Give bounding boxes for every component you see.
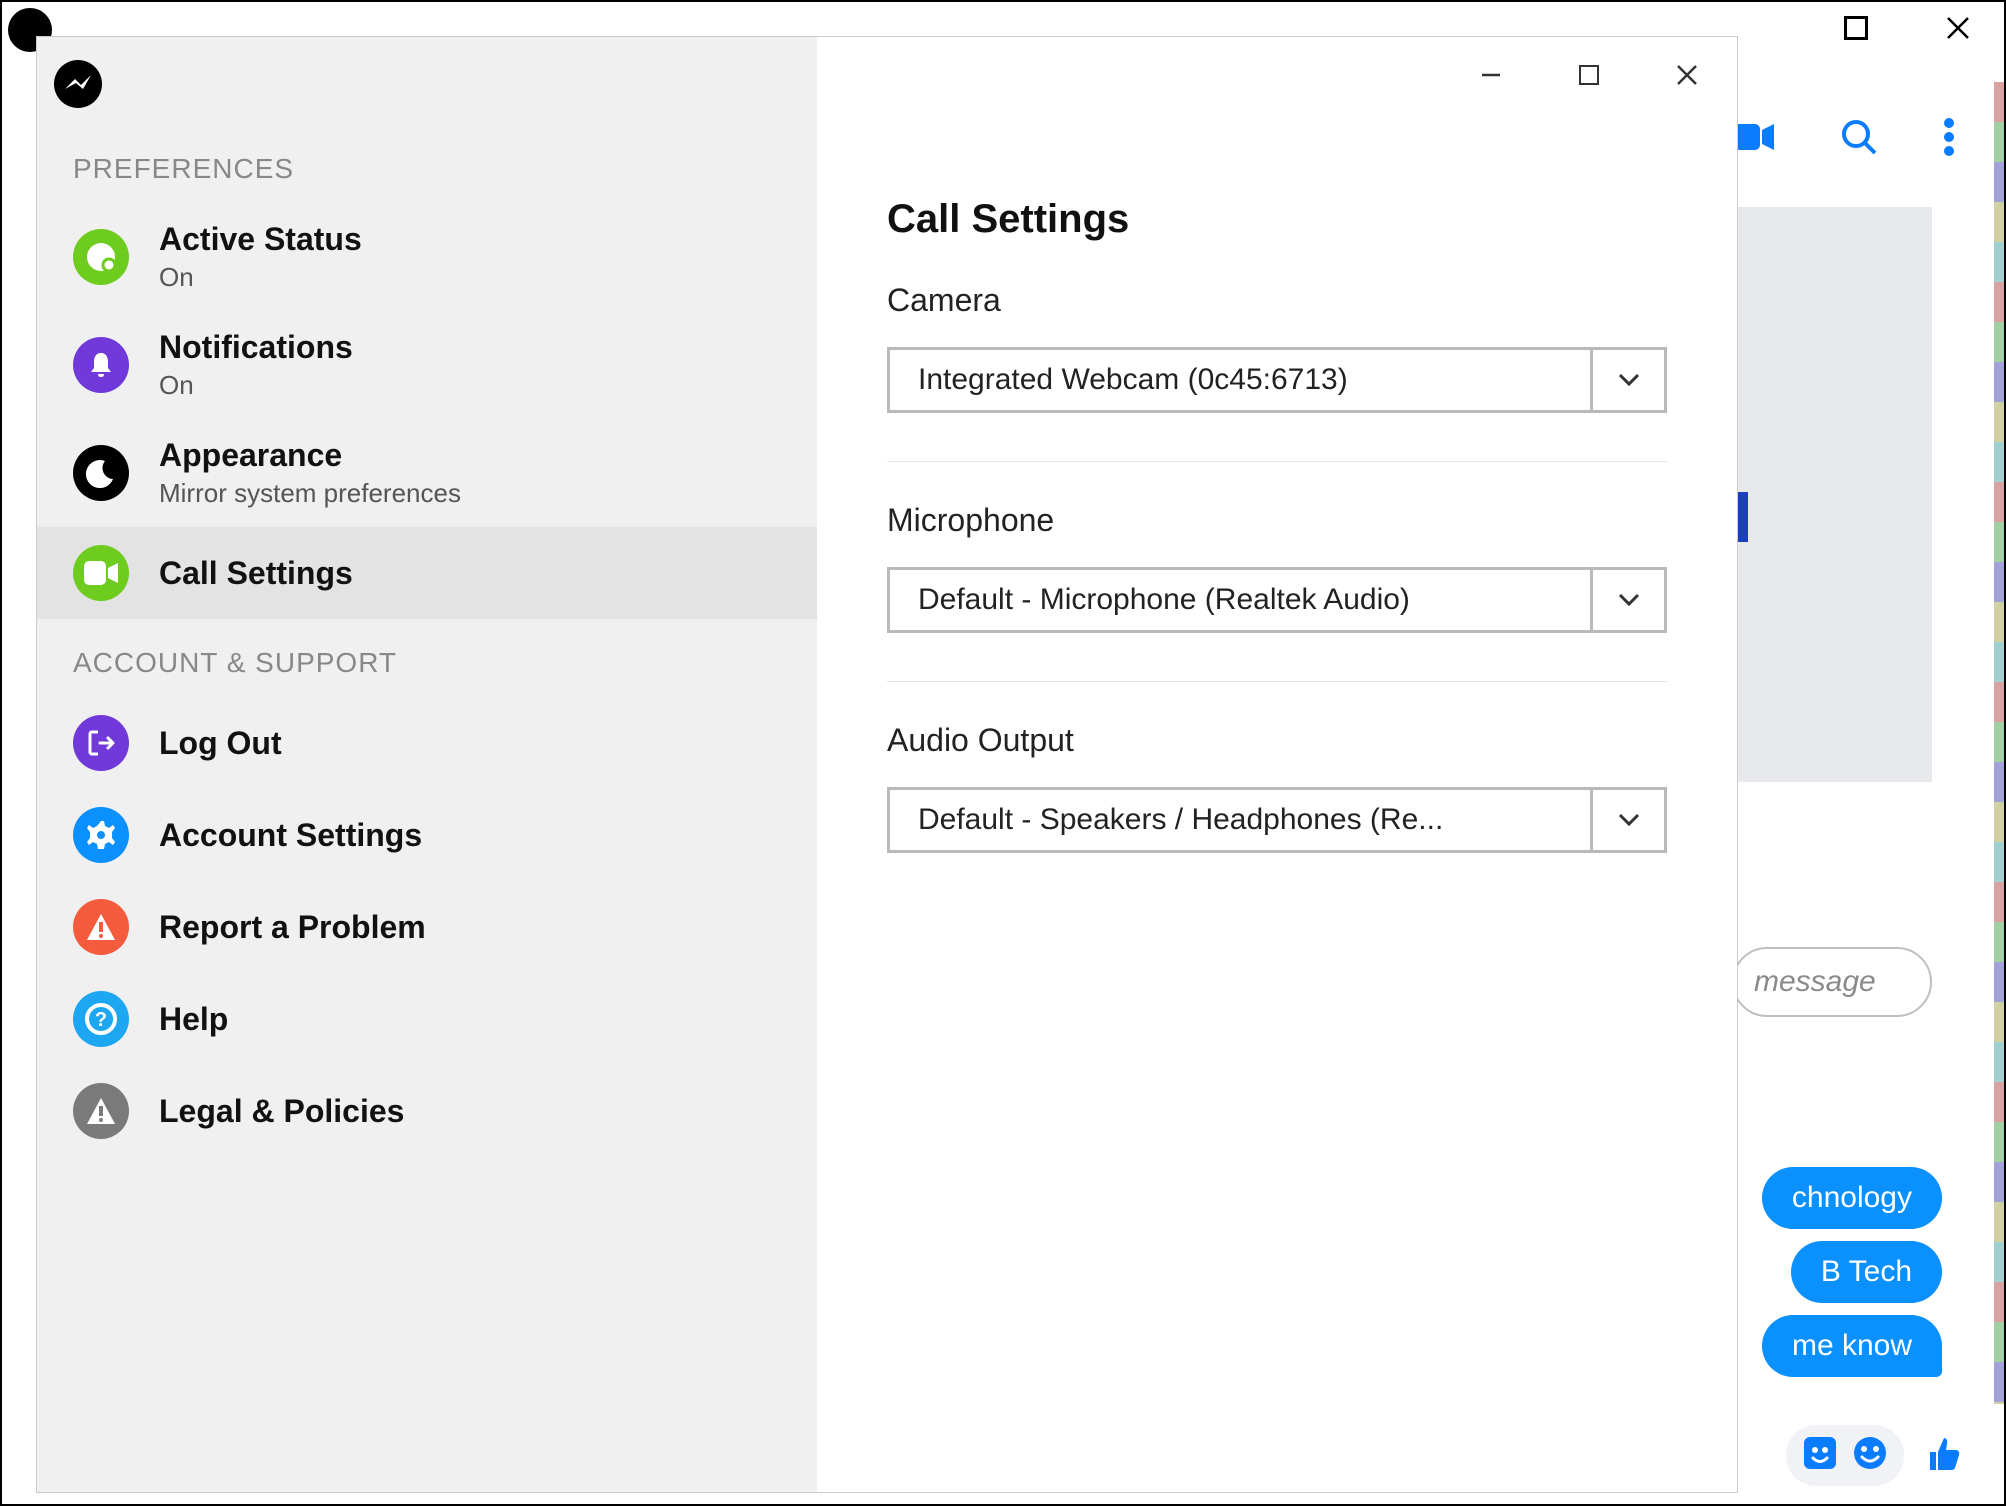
- nav-subtitle: On: [159, 370, 353, 401]
- sticker-icon[interactable]: [1802, 1435, 1838, 1476]
- content-title: Call Settings: [887, 197, 1667, 242]
- svg-text:?: ?: [95, 1009, 107, 1031]
- info-panel-bg: [1732, 207, 1932, 782]
- audio-output-label: Audio Output: [887, 722, 1667, 759]
- main-window-controls: [1840, 12, 1974, 44]
- chevron-down-icon: [1590, 350, 1664, 410]
- dialog-close-button[interactable]: [1673, 61, 1701, 89]
- chat-bubble[interactable]: chnology: [1762, 1167, 1942, 1229]
- logout-icon: [73, 715, 129, 771]
- dialog-minimize-button[interactable]: [1477, 61, 1505, 89]
- nav-account-settings[interactable]: Account Settings: [37, 789, 817, 881]
- help-icon: ?: [73, 991, 129, 1047]
- gear-icon: [73, 807, 129, 863]
- chat-bubbles: chnology B Tech me know: [1762, 1167, 1942, 1389]
- conversation-header-icons: [1734, 117, 1954, 162]
- nav-title: Appearance: [159, 437, 461, 474]
- moon-icon: [73, 445, 129, 501]
- nav-title: Log Out: [159, 725, 282, 762]
- more-options-icon[interactable]: [1944, 118, 1954, 161]
- warning-icon: [73, 1083, 129, 1139]
- nav-report-problem[interactable]: Report a Problem: [37, 881, 817, 973]
- nav-active-status[interactable]: Active Status On: [37, 203, 817, 311]
- search-icon[interactable]: [1839, 117, 1879, 162]
- composer-actions: [1786, 1425, 1964, 1486]
- nav-title: Account Settings: [159, 817, 422, 854]
- nav-call-settings[interactable]: Call Settings: [37, 527, 817, 619]
- nav-notifications[interactable]: Notifications On: [37, 311, 817, 419]
- microphone-select-value: Default - Microphone (Realtek Audio): [890, 583, 1410, 617]
- active-status-icon: [73, 229, 129, 285]
- camera-label: Camera: [887, 282, 1667, 319]
- bell-icon: [73, 337, 129, 393]
- nav-title: Notifications: [159, 329, 353, 366]
- nav-title: Call Settings: [159, 555, 353, 592]
- nav-title: Help: [159, 1001, 228, 1038]
- nav-legal-policies[interactable]: Legal & Policies: [37, 1065, 817, 1157]
- microphone-select[interactable]: Default - Microphone (Realtek Audio): [887, 567, 1667, 633]
- chat-bubble[interactable]: me know: [1762, 1315, 1942, 1377]
- like-icon[interactable]: [1922, 1432, 1964, 1479]
- camera-field-group: Camera Integrated Webcam (0c45:6713): [887, 282, 1667, 462]
- audio-output-select-value: Default - Speakers / Headphones (Re...: [890, 803, 1443, 837]
- nav-appearance[interactable]: Appearance Mirror system preferences: [37, 419, 817, 527]
- audio-output-field-group: Audio Output Default - Speakers / Headph…: [887, 722, 1667, 901]
- chat-bubble[interactable]: B Tech: [1791, 1241, 1942, 1303]
- sticker-emoji-pill: [1786, 1425, 1904, 1486]
- nav-subtitle: On: [159, 262, 362, 293]
- warning-icon: [73, 899, 129, 955]
- main-maximize-button[interactable]: [1840, 12, 1872, 44]
- messenger-logo-icon: [53, 59, 103, 114]
- preferences-dialog: PREFERENCES Active Status On Notificatio…: [37, 37, 1737, 1492]
- chevron-down-icon: [1590, 570, 1664, 630]
- chevron-down-icon: [1590, 790, 1664, 850]
- emoji-icon[interactable]: [1852, 1435, 1888, 1476]
- section-preferences-header: PREFERENCES: [37, 53, 817, 203]
- dialog-maximize-button[interactable]: [1575, 61, 1603, 89]
- message-input-placeholder: message: [1754, 965, 1876, 999]
- section-account-header: ACCOUNT & SUPPORT: [37, 619, 817, 697]
- right-edge-strip: [1994, 82, 2004, 1404]
- video-icon: [73, 545, 129, 601]
- preferences-content: Call Settings Camera Integrated Webcam (…: [817, 37, 1737, 1492]
- nav-help[interactable]: ? Help: [37, 973, 817, 1065]
- nav-subtitle: Mirror system preferences: [159, 478, 461, 509]
- audio-output-select[interactable]: Default - Speakers / Headphones (Re...: [887, 787, 1667, 853]
- main-close-button[interactable]: [1942, 12, 1974, 44]
- camera-select[interactable]: Integrated Webcam (0c45:6713): [887, 347, 1667, 413]
- microphone-label: Microphone: [887, 502, 1667, 539]
- message-input[interactable]: message: [1732, 947, 1932, 1017]
- preferences-sidebar: PREFERENCES Active Status On Notificatio…: [37, 37, 817, 1492]
- microphone-field-group: Microphone Default - Microphone (Realtek…: [887, 502, 1667, 682]
- nav-title: Active Status: [159, 221, 362, 258]
- nav-title: Legal & Policies: [159, 1093, 404, 1130]
- nav-title: Report a Problem: [159, 909, 426, 946]
- camera-select-value: Integrated Webcam (0c45:6713): [890, 363, 1348, 397]
- nav-logout[interactable]: Log Out: [37, 697, 817, 789]
- dialog-window-controls: [1477, 61, 1701, 89]
- video-call-icon[interactable]: [1734, 122, 1774, 157]
